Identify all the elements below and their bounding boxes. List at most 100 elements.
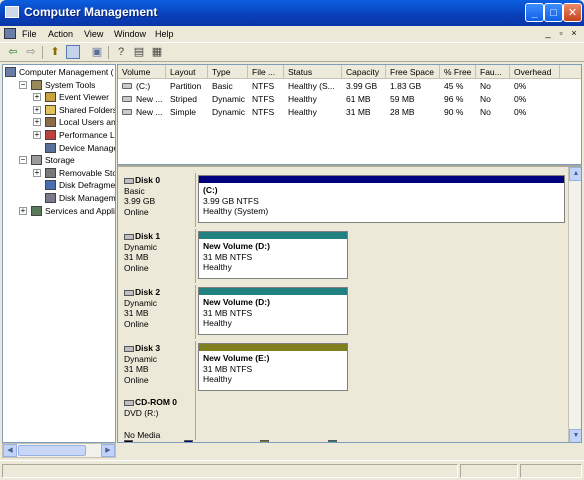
maximize-button[interactable]: □: [544, 3, 563, 22]
expand-icon[interactable]: +: [33, 93, 41, 102]
table-cell: Dynamic: [212, 107, 246, 117]
partition-block[interactable]: (C:) 3.99 GB NTFS Healthy (System): [198, 175, 565, 223]
up-folder-icon[interactable]: ⬆: [48, 45, 62, 59]
volume-row[interactable]: New ... Simple Dynamic NTFS Healthy 31 MB 28 M…: [118, 106, 581, 119]
scroll-right-arrow-icon[interactable]: ▶: [101, 444, 115, 457]
help-icon[interactable]: ?: [114, 45, 128, 59]
column-header[interactable]: Status: [284, 65, 342, 79]
menu-window[interactable]: Window: [114, 29, 146, 39]
collapse-icon[interactable]: −: [19, 156, 27, 165]
storage-icon: [31, 155, 42, 166]
partition-block[interactable]: New Volume (D:) 31 MB NTFS Healthy: [198, 231, 348, 279]
table-cell: No: [480, 107, 491, 117]
scroll-left-arrow-icon[interactable]: ◀: [3, 444, 17, 457]
expand-icon[interactable]: +: [19, 206, 27, 215]
tree-item-label: Performance Log: [59, 130, 115, 140]
minimize-button[interactable]: _: [525, 3, 544, 22]
disk-size: 31 MB: [124, 252, 149, 262]
users-icon: [45, 117, 56, 128]
table-cell: NTFS: [252, 107, 275, 117]
removable-storage-icon: [45, 167, 56, 178]
export-list-icon[interactable]: ▤: [132, 45, 146, 59]
toolbar: ⇦ ⇨ ⬆ ▣ ? ▤ ▦: [0, 43, 584, 62]
show-tree-icon[interactable]: [66, 45, 80, 59]
menu-help[interactable]: Help: [155, 29, 174, 39]
tree-horizontal-scrollbar[interactable]: ◀ ▶: [2, 443, 116, 458]
disk-label[interactable]: Disk 2 Dynamic 31 MB Online: [118, 285, 196, 339]
title-bar[interactable]: Computer Management _ □ ✕: [0, 0, 584, 26]
legend-label: Unallocated: [136, 440, 181, 442]
mdi-minimize-button[interactable]: _: [542, 28, 554, 40]
table-cell: 0%: [514, 107, 527, 117]
close-button[interactable]: ✕: [563, 3, 582, 22]
disk-label[interactable]: Disk 3 Dynamic 31 MB Online: [118, 341, 196, 395]
partition-block[interactable]: New Volume (D:) 31 MB NTFS Healthy: [198, 287, 348, 335]
forward-arrow-icon[interactable]: ⇨: [24, 45, 38, 59]
console-icon[interactable]: [4, 28, 16, 39]
disk-status: Online: [124, 206, 149, 217]
scroll-up-arrow-icon[interactable]: ▲: [569, 167, 581, 181]
column-header[interactable]: Layout: [166, 65, 208, 79]
tree-item-label: Disk Managemen: [59, 193, 116, 203]
column-header[interactable]: Fau...: [476, 65, 510, 79]
disk-label-cdrom[interactable]: CD-ROM 0 DVD (R:) No Media: [118, 395, 196, 440]
legend-item: Primary partition: [184, 440, 258, 442]
disk-vertical-scrollbar[interactable]: ▲ ▼: [568, 167, 581, 442]
table-cell: 59 MB: [390, 94, 415, 104]
volume-list-header: Volume Layout Type File ... Status Capacity Fr…: [118, 65, 581, 79]
menu-view[interactable]: View: [84, 29, 103, 39]
back-arrow-icon[interactable]: ⇦: [6, 45, 20, 59]
properties-icon[interactable]: ▣: [90, 45, 104, 59]
disk-size: 31 MB: [124, 364, 149, 374]
column-header[interactable]: File ...: [248, 65, 284, 79]
expand-icon[interactable]: +: [33, 105, 41, 114]
table-cell: Healthy (S...: [288, 81, 335, 91]
tree-item-label: Computer Management (: [19, 67, 114, 77]
table-cell: 90 %: [444, 107, 464, 117]
table-cell: 1.83 GB: [390, 81, 422, 91]
partition-health: Healthy: [203, 318, 232, 328]
table-cell: NTFS: [252, 81, 275, 91]
disk-type: Dynamic: [124, 297, 158, 308]
partition-color-bar: [199, 344, 347, 351]
column-header[interactable]: % Free: [440, 65, 476, 79]
mdi-close-button[interactable]: ×: [568, 28, 580, 40]
table-cell: 0%: [514, 81, 527, 91]
column-header[interactable]: Free Space: [386, 65, 440, 79]
disk-label[interactable]: Disk 0 Basic 3.99 GB Online: [118, 173, 196, 227]
expand-icon[interactable]: +: [33, 131, 41, 139]
disk-icon: [124, 289, 134, 296]
collapse-icon[interactable]: −: [19, 80, 27, 89]
expand-icon[interactable]: +: [33, 118, 41, 127]
disk-label[interactable]: Disk 1 Dynamic 31 MB Online: [118, 229, 196, 283]
disk-name: Disk 0: [135, 175, 161, 185]
disk-management-icon: [45, 193, 56, 203]
tree-item-label: System Tools: [45, 79, 96, 90]
event-viewer-icon: [45, 92, 56, 103]
column-header[interactable]: Overhead: [510, 65, 560, 79]
menu-action[interactable]: Action: [48, 29, 73, 39]
partition-size: 31 MB NTFS: [203, 307, 253, 318]
tree-item-label: Disk Defragment: [59, 180, 116, 191]
partition-health: Healthy (System): [203, 206, 269, 216]
tools-icon: [31, 79, 42, 90]
legend-label: Primary partition: [196, 440, 258, 442]
scroll-down-arrow-icon[interactable]: ▼: [569, 429, 581, 442]
table-cell: No: [480, 94, 491, 104]
menu-file[interactable]: File: [22, 29, 37, 39]
column-header[interactable]: Type: [208, 65, 248, 79]
partition-block[interactable]: New Volume (E:) 31 MB NTFS Healthy: [198, 343, 348, 391]
status-section-2: [460, 464, 518, 478]
refresh-icon[interactable]: ▦: [150, 45, 164, 59]
expand-icon[interactable]: +: [33, 168, 41, 177]
table-cell: Healthy: [288, 94, 317, 104]
column-header[interactable]: Capacity: [342, 65, 386, 79]
console-tree: Computer Management (− System Tools + Event…: [2, 64, 116, 443]
tree-item-label: Shared Folders: [59, 104, 116, 115]
volume-row[interactable]: (C:) Partition Basic NTFS Healthy (S... 3.99 …: [118, 80, 581, 93]
volume-row[interactable]: New ... Striped Dynamic NTFS Healthy 61 MB 59 …: [118, 93, 581, 106]
scroll-thumb[interactable]: [18, 445, 86, 456]
mdi-restore-button[interactable]: ▫: [555, 28, 567, 40]
partition-name: New Volume (E:): [203, 353, 270, 363]
column-header[interactable]: Volume: [118, 65, 166, 79]
